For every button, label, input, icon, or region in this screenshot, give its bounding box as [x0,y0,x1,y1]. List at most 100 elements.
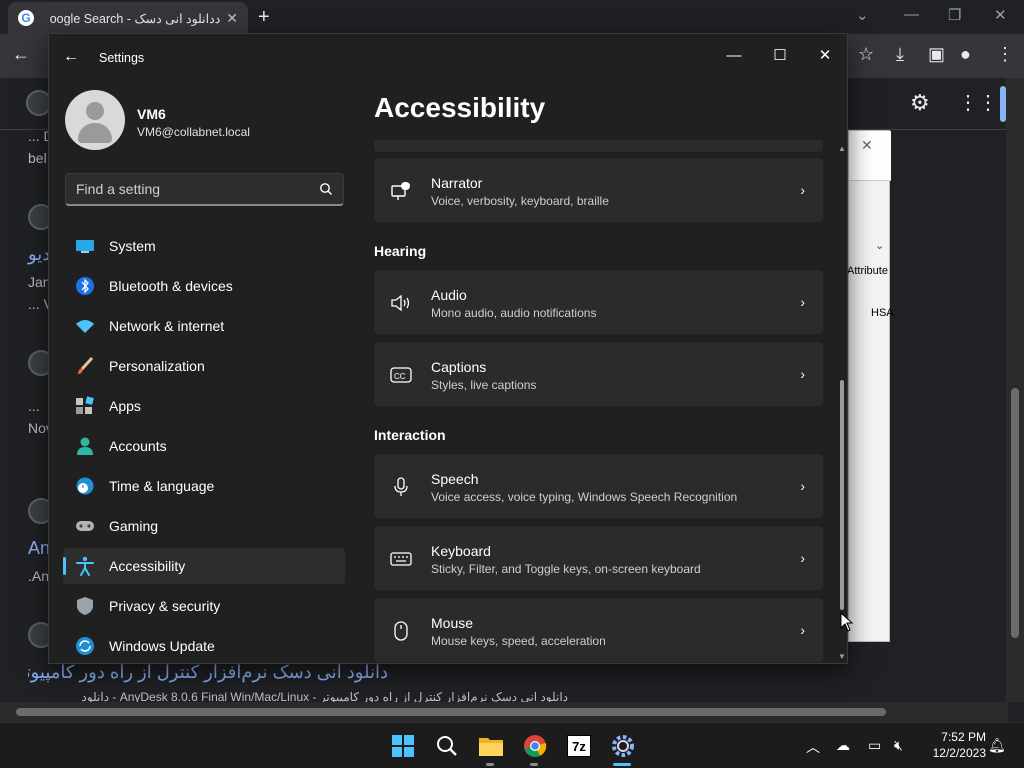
nav-item-time-language[interactable]: Time & language [63,468,345,504]
card-title: Narrator [431,175,483,191]
volume-muted-icon[interactable]: 🔇︎ [894,737,903,754]
card-captions[interactable]: CC Captions Styles, live captions › [374,342,823,406]
tab-title: ددانلود انی دسک - oogle Search [49,11,221,26]
nav-item-apps[interactable]: Apps [63,388,345,424]
maximize-button[interactable]: ☐ [760,40,800,70]
search-icon[interactable] [432,731,462,761]
avatar-head [86,102,104,120]
nav-label: Windows Update [109,638,215,654]
dropdown-chevron-icon[interactable]: ⌄ [875,239,884,252]
card-keyboard[interactable]: Keyboard Sticky, Filter, and Toggle keys… [374,526,823,590]
bookmark-star-icon[interactable]: ☆ [858,44,874,65]
vertical-scrollbar[interactable] [1006,78,1024,702]
download-icon[interactable]: ⤓ [896,44,904,65]
back-arrow-icon[interactable]: ← [63,48,81,66]
tab-search-icon[interactable]: ⌄ [856,6,869,24]
scroll-thumb[interactable] [840,380,844,610]
browser-tabbar: G ددانلود انی دسک - oogle Search ✕ + ⌄ —… [0,0,1024,34]
chevron-right-icon: › [800,182,805,198]
nav-item-system[interactable]: System [63,228,345,264]
browser-menu-icon[interactable]: ⋮ [996,44,1014,65]
nav-item-accessibility[interactable]: Accessibility [63,548,345,584]
cloud-icon[interactable]: ☁ [836,737,850,754]
network-icon [75,316,95,336]
nav-label: Time & language [109,478,215,494]
chrome-icon[interactable] [520,731,550,761]
card-title: Audio [431,287,467,303]
mouse-cursor-icon [840,612,854,632]
settings-search[interactable] [65,173,344,206]
chevron-right-icon: › [800,294,805,310]
clock[interactable]: 7:52 PM 12/2/2023 [920,729,986,761]
card-audio[interactable]: Audio Mono audio, audio notifications › [374,270,823,334]
browser-restore-icon[interactable]: ❐ [948,6,961,24]
horizontal-scrollbar[interactable] [0,702,1008,722]
gear-icon[interactable]: ⚙ [910,90,930,116]
dialog-close-icon[interactable]: ✕ [861,137,873,154]
nav-item-personalization[interactable]: Personalization [63,348,345,384]
notification-bell-icon[interactable]: 🔔︎ [988,737,1006,754]
content-scrollbar[interactable]: ▲ ▼ [836,140,848,665]
apps-grid-icon[interactable]: ⋮⋮ [958,90,998,115]
account-panel[interactable]: VM6 VM6@collabnet.local [65,90,365,154]
dialog-titlebar: ✕ [849,131,891,181]
scroll-up-icon[interactable]: ▲ [838,144,846,153]
app-active-indicator [613,763,631,766]
avatar-body [78,123,112,143]
card-partial[interactable] [374,140,823,152]
card-title: Mouse [431,615,474,631]
nav-item-gaming[interactable]: Gaming [63,508,345,544]
scroll-down-icon[interactable]: ▼ [838,652,846,661]
section-heading-hearing: Hearing [374,243,427,259]
file-explorer-icon[interactable] [476,731,506,761]
result-snippet: ... [28,398,40,414]
scroll-thumb[interactable] [1011,388,1019,638]
card-mouse[interactable]: Mouse Mouse keys, speed, acceleration › [374,598,823,662]
card-subtitle: Styles, live captions [431,378,537,392]
browser-close-icon[interactable]: ✕ [994,6,1007,24]
scroll-thumb[interactable] [16,708,886,716]
nav-label: System [109,238,156,254]
card-subtitle: Voice, verbosity, keyboard, braille [431,194,609,208]
card-title: Speech [431,471,479,487]
apps-icon [75,396,95,416]
profile-icon[interactable]: ● [960,44,971,65]
card-speech[interactable]: Speech Voice access, voice typing, Windo… [374,454,823,518]
network-tray-icon[interactable]: ▭ [868,737,881,754]
clock-date: 12/2/2023 [932,746,986,760]
7zip-icon[interactable]: 7z [564,731,594,761]
chevron-up-icon[interactable]: ︿ [806,737,820,757]
background-dialog: ✕ ⌄ Attribute HSA [847,130,894,642]
result-link[interactable]: An [28,538,50,559]
tab-close-icon[interactable]: ✕ [226,10,238,27]
result-snippet: bel [28,150,47,166]
nav-label: Personalization [109,358,205,374]
search-input[interactable] [76,181,306,197]
nav-label: Apps [109,398,141,414]
nav-item-network[interactable]: Network & internet [63,308,345,344]
card-title: Captions [431,359,487,375]
app-running-indicator [486,763,494,766]
back-arrow-icon[interactable]: ← [12,44,30,65]
nav-item-windows-update[interactable]: Windows Update [63,628,345,664]
nav-item-privacy[interactable]: Privacy & security [63,588,345,624]
nav-item-accounts[interactable]: Accounts [63,428,345,464]
nav-item-bluetooth[interactable]: Bluetooth & devices [63,268,345,304]
side-panel-icon[interactable]: ▣ [928,44,945,65]
settings-icon[interactable] [608,731,638,761]
browser-minimize-icon[interactable]: — [904,6,919,23]
start-icon[interactable] [388,731,418,761]
bluetooth-icon [75,276,95,296]
new-tab-button[interactable]: + [258,6,270,29]
close-button[interactable]: ✕ [805,40,845,70]
account-email: VM6@collabnet.local [137,125,250,139]
result-link[interactable]: دیو [28,244,50,265]
accounts-icon [75,436,95,456]
section-heading-interaction: Interaction [374,427,446,443]
search-icon[interactable] [319,182,333,196]
content-scroll-area: Narrator Voice, verbosity, keyboard, bra… [374,140,834,665]
browser-tab[interactable]: G ددانلود انی دسک - oogle Search ✕ [8,2,248,34]
card-narrator[interactable]: Narrator Voice, verbosity, keyboard, bra… [374,158,823,222]
minimize-button[interactable]: — [714,40,754,70]
update-icon [75,636,95,656]
